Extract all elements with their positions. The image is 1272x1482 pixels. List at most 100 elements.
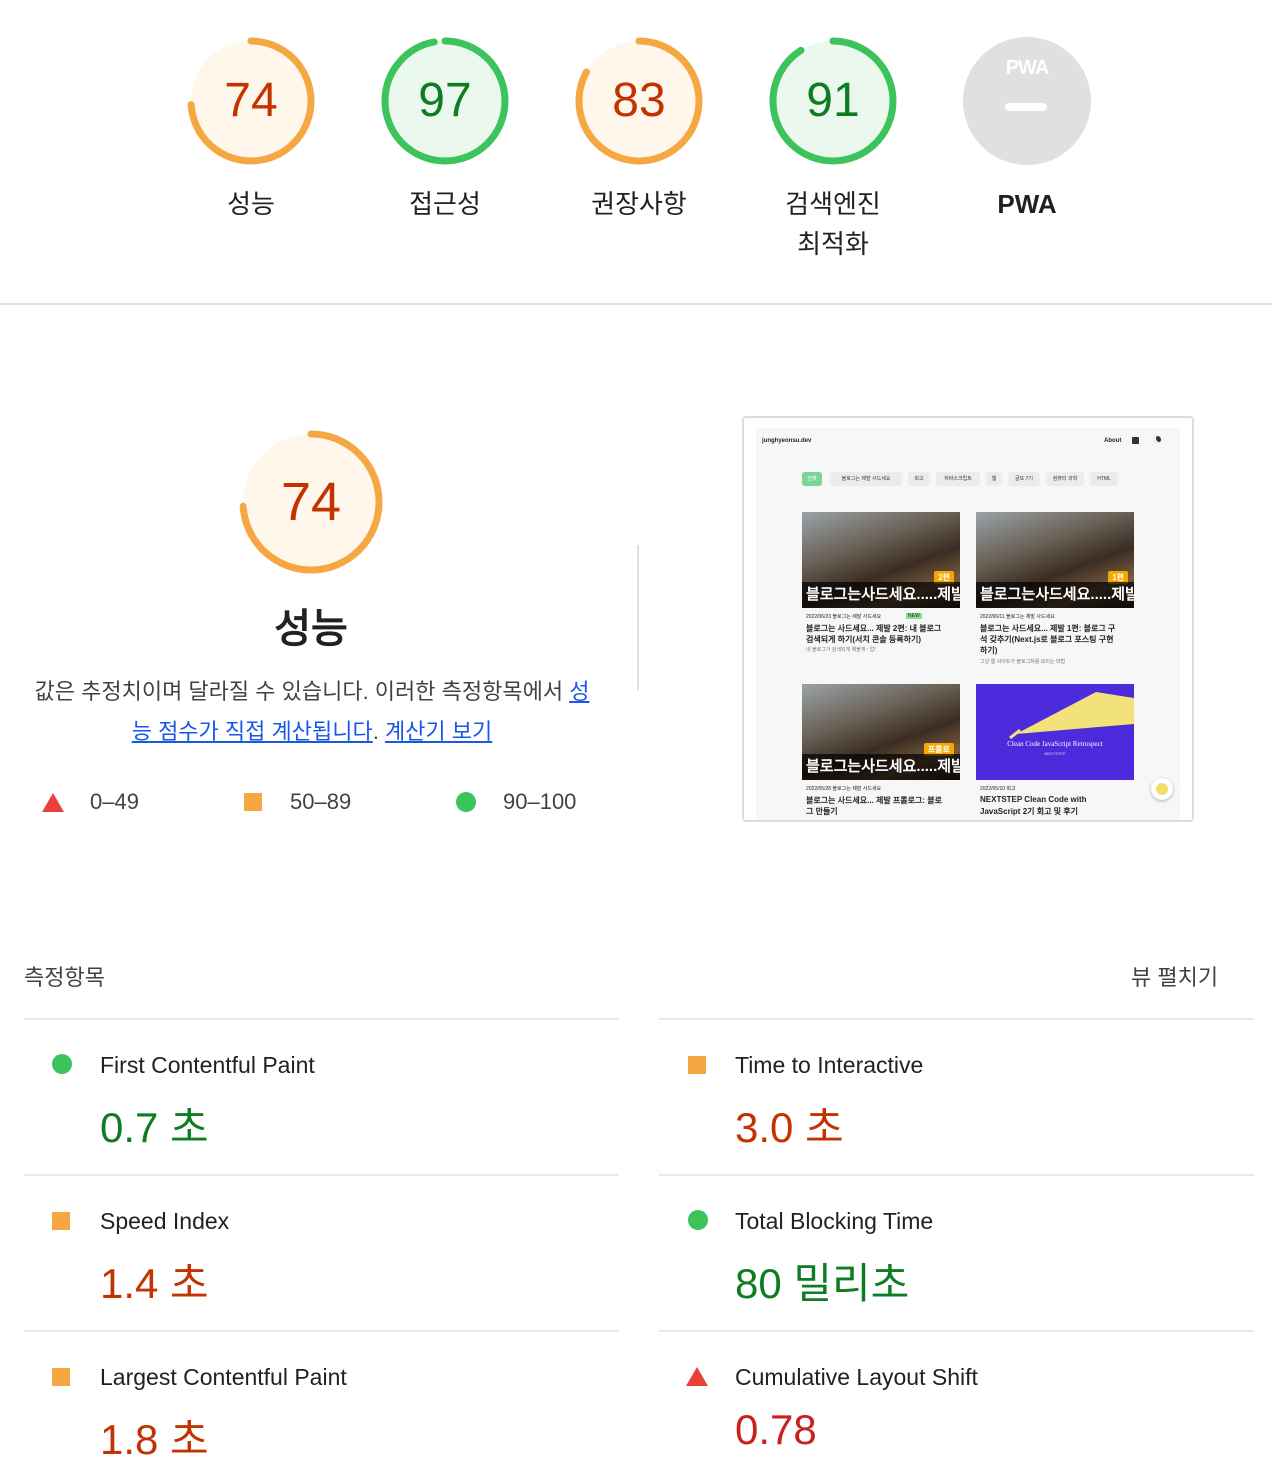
performance-score-link-a[interactable]: 성 bbox=[569, 679, 589, 704]
post-title: 석 갖추기(Next.js로 블로그 포스팅 구현 bbox=[980, 635, 1114, 644]
screenshot-chip: 블로그는 제발 사드세요 bbox=[830, 472, 902, 486]
performance-main-gauge: 74 bbox=[237, 428, 385, 576]
screenshot-page: junghyeonsu.dev About 전체 블로그는 제발 사드세요 회고… bbox=[756, 428, 1180, 820]
gauge-performance-score: 74 bbox=[224, 74, 278, 127]
gauge-accessibility-label: 접근성 bbox=[409, 189, 481, 219]
post-band-title: 블로그는사드세요.....제발 bbox=[802, 754, 960, 780]
gauge-pwa[interactable]: PWA bbox=[961, 35, 1093, 167]
post-title: 블로그는 사드세요... 제발 2편: 내 블로그 bbox=[806, 624, 942, 633]
screenshot-chip: 전체 bbox=[802, 472, 822, 486]
metric-value: 0.78 bbox=[735, 1406, 817, 1453]
metrics-divider bbox=[659, 1018, 1254, 1020]
screenshot-chip: 글또 7기 bbox=[1008, 472, 1040, 486]
post-title: 그 만들기 bbox=[806, 807, 838, 816]
legend-pass-range: 90–100 bbox=[503, 789, 577, 814]
screenshot-chip: HTML bbox=[1090, 472, 1118, 486]
gauge-best-practices-label: 권장사항 bbox=[591, 189, 687, 219]
post-title: JavaScript 2기 회고 및 후기 bbox=[980, 807, 1078, 816]
performance-title: 성능 bbox=[274, 607, 348, 651]
average-square-icon bbox=[244, 793, 262, 811]
screenshot-chip: 회고 bbox=[908, 472, 930, 486]
post-thumbnail: 1편 블로그는사드세요.....제발 bbox=[976, 512, 1134, 608]
metrics-divider bbox=[24, 1330, 619, 1332]
post-date: 2022/06/23 블로그는 제발 사드세요 bbox=[806, 614, 882, 620]
final-screenshot[interactable]: junghyeonsu.dev About 전체 블로그는 제발 사드세요 회고… bbox=[742, 416, 1194, 822]
pass-circle-icon bbox=[688, 1210, 708, 1230]
gauge-pwa-label: PWA bbox=[997, 189, 1057, 219]
pass-circle-icon bbox=[456, 792, 476, 812]
performance-desc-text: 값은 추정치이며 달라질 수 있습니다. 이러한 측정항목에서 bbox=[34, 679, 570, 704]
average-square-icon bbox=[688, 1056, 706, 1074]
screenshot-chip: 자바스크립트 bbox=[936, 472, 980, 486]
post-new-badge: NEW bbox=[906, 613, 922, 619]
legend-average-range: 50–89 bbox=[290, 789, 352, 814]
post-thumbnail: Clean Code JavaScript Retrospect NEXTSTE… bbox=[976, 684, 1134, 780]
gauge-pwa-disc bbox=[963, 37, 1091, 165]
pwa-badge-icon: PWA bbox=[1005, 57, 1050, 79]
calculator-link[interactable]: 계산기 보기 bbox=[385, 719, 492, 744]
post-thumbnail: 프롤로 블로그는사드세요.....제발 bbox=[802, 684, 960, 780]
average-square-icon bbox=[52, 1368, 70, 1386]
metrics-divider bbox=[659, 1330, 1254, 1332]
metrics-divider bbox=[24, 1018, 619, 1020]
post-summary: 그냥 웹 사이트가 블로그처럼 보이는 마법 bbox=[980, 659, 1066, 665]
rss-icon bbox=[1132, 437, 1139, 444]
spotlight-illustration bbox=[1009, 692, 1134, 740]
vertical-divider bbox=[637, 545, 639, 690]
section-divider bbox=[0, 303, 1272, 305]
metric-value: 3.0 초 bbox=[735, 1104, 844, 1151]
performance-main-score: 74 bbox=[280, 472, 342, 532]
gauge-best-practices[interactable]: 83 bbox=[573, 35, 705, 167]
gauge-accessibility-score: 97 bbox=[418, 74, 472, 127]
post-date: 2022/06/11 블로그는 제발 사드세요 bbox=[980, 614, 1055, 620]
screenshot-chip: 컴퓨터 과학 bbox=[1046, 472, 1084, 486]
metric-name: Time to Interactive bbox=[735, 1052, 924, 1078]
screenshot-about-link: About bbox=[1104, 438, 1122, 444]
performance-description: 값은 추정치이며 달라질 수 있습니다. 이러한 측정항목에서 성능 점수가 직… bbox=[20, 672, 604, 752]
gauge-accessibility[interactable]: 97 bbox=[379, 35, 511, 167]
post-title: 블로그는 사드세요... 제발 1편: 블로그 구 bbox=[980, 624, 1116, 633]
post-band-title: 블로그는사드세요.....제발 bbox=[802, 582, 960, 608]
post-band-title: 블로그는사드세요.....제발 bbox=[976, 582, 1134, 608]
performance-desc-sep: . bbox=[372, 719, 385, 744]
post-band-title: Clean Code JavaScript Retrospect bbox=[1007, 740, 1103, 748]
metric-value: 1.4 초 bbox=[100, 1260, 209, 1307]
post-title: NEXTSTEP Clean Code with bbox=[980, 795, 1087, 804]
post-title: 하기) bbox=[980, 646, 998, 655]
metrics-divider bbox=[659, 1174, 1254, 1176]
metric-name: Cumulative Layout Shift bbox=[735, 1364, 978, 1390]
gauge-performance-label: 성능 bbox=[227, 189, 275, 219]
metrics-divider bbox=[24, 1174, 619, 1176]
post-title: 블로그는 사드세요... 제발 프롤로그: 블로 bbox=[806, 796, 942, 805]
post-band-subtitle: NEXTSTEP bbox=[1044, 751, 1066, 756]
post-date: 2022/05/28 블로그는 제발 사드세요 bbox=[806, 786, 882, 792]
performance-score-link-b[interactable]: 능 점수가 직접 계산됩니다 bbox=[132, 719, 373, 744]
dark-mode-icon bbox=[1154, 436, 1161, 443]
gauge-seo-label: 검색엔진 bbox=[785, 189, 881, 219]
metric-value: 80 밀리초 bbox=[735, 1260, 910, 1307]
screenshot-site-name: junghyeonsu.dev bbox=[762, 438, 812, 444]
metric-value: 1.8 초 bbox=[100, 1416, 209, 1463]
gauge-seo[interactable]: 91 bbox=[767, 35, 899, 167]
legend-fail-range: 0–49 bbox=[90, 789, 139, 814]
gauge-seo-score: 91 bbox=[806, 74, 860, 127]
fail-triangle-icon bbox=[42, 793, 64, 812]
expand-view-button[interactable]: 뷰 펼치기 bbox=[1131, 960, 1218, 992]
average-square-icon bbox=[52, 1212, 70, 1230]
post-date: 2022/05/10 회고 bbox=[980, 786, 1016, 792]
metric-name: Total Blocking Time bbox=[735, 1208, 934, 1234]
metric-value: 0.7 초 bbox=[100, 1104, 209, 1151]
post-summary: 내 블로그가 검색되게 해볼게~ 업! bbox=[806, 647, 876, 653]
chat-widget-icon bbox=[1151, 778, 1173, 800]
gauge-performance[interactable]: 74 bbox=[185, 35, 317, 167]
metrics-title: 측정항목 bbox=[24, 965, 105, 990]
post-title: 검색되게 하기(서치 콘솔 등록하기) bbox=[806, 635, 922, 644]
metric-name: First Contentful Paint bbox=[100, 1052, 315, 1078]
metric-name: Largest Contentful Paint bbox=[100, 1364, 347, 1390]
pass-circle-icon bbox=[52, 1054, 72, 1074]
gauge-best-practices-score: 83 bbox=[612, 74, 666, 127]
fail-triangle-icon bbox=[686, 1367, 708, 1386]
post-thumbnail: 2편 블로그는사드세요.....제발 bbox=[802, 512, 960, 608]
screenshot-chip: 웹 bbox=[986, 472, 1002, 486]
metric-name: Speed Index bbox=[100, 1208, 230, 1234]
